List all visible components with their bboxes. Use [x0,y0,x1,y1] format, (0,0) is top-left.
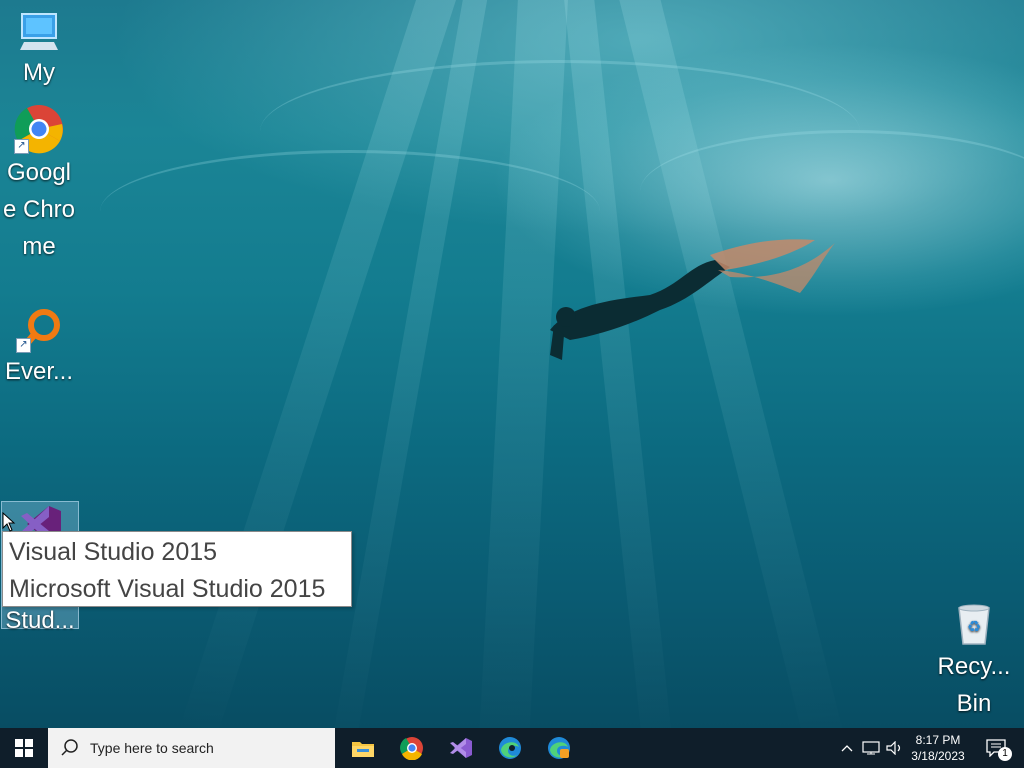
desktop-wallpaper[interactable]: My ↗ Google Chrome ↗ Ever... Stud... ♻ R… [0,0,1024,728]
shortcut-arrow-icon: ↗ [14,139,29,154]
taskbar: Type here to search 8:17 PM 3/18/2023 1 [0,728,1024,768]
windows-logo-icon [15,739,33,757]
volume-button[interactable] [884,728,906,768]
taskbar-search-box[interactable]: Type here to search [48,728,335,768]
visual-studio-tooltip: Visual Studio 2015 Microsoft Visual Stud… [2,531,352,607]
desktop-icon-recycle-bin[interactable]: ♻ Recy... Bin [936,602,1012,722]
desktop-icon-this-pc[interactable]: My [1,10,77,91]
desktop-icon-label: Ever... [4,358,74,385]
this-pc-icon [20,13,58,50]
notification-icon: 1 [986,739,1012,761]
clock[interactable]: 8:17 PM 3/18/2023 [906,728,970,768]
clock-time: 8:17 PM [915,733,961,747]
edge-beta-icon [548,737,570,759]
search-icon [61,739,78,756]
diver-figure [550,239,835,360]
taskbar-edge[interactable] [487,728,533,768]
notification-count-badge: 1 [998,747,1012,761]
network-icon [862,741,880,755]
clock-date: 3/18/2023 [911,749,965,763]
desktop-icon-google-chrome[interactable]: ↗ Google Chrome [1,104,77,265]
chrome-icon [400,737,423,760]
show-hidden-icons-button[interactable] [836,728,858,768]
search-placeholder: Type here to search [90,740,214,756]
taskbar-visual-studio[interactable] [438,728,484,768]
taskbar-chrome[interactable] [389,728,435,768]
network-status-button[interactable] [860,728,882,768]
desktop-icon-label: My [23,59,55,86]
taskbar-file-explorer[interactable] [340,728,386,768]
file-explorer-icon [352,742,374,757]
action-center-button[interactable]: 1 [976,728,1016,768]
visual-studio-icon [450,738,472,758]
edge-icon [499,737,521,759]
chevron-up-icon [841,745,853,752]
speaker-icon [886,741,901,755]
tooltip-description: Microsoft Visual Studio 2015 [9,575,326,603]
svg-text:♻: ♻ [967,617,981,636]
recycle-bin-icon: ♻ [958,604,990,645]
desktop-icon-label: Recy... Bin [937,653,1011,717]
desktop-icon-everything[interactable]: ↗ Ever... [1,307,77,390]
shortcut-arrow-icon: ↗ [16,338,31,353]
tooltip-title: Visual Studio 2015 [9,538,218,566]
desktop-icon-label: Google Chrome [2,159,76,260]
taskbar-edge-beta[interactable] [536,728,582,768]
chrome-icon: ↗ [14,104,64,154]
everything-magnifier-icon: ↗ [16,307,62,353]
mouse-pointer-icon [2,512,16,532]
start-button[interactable] [0,728,48,768]
